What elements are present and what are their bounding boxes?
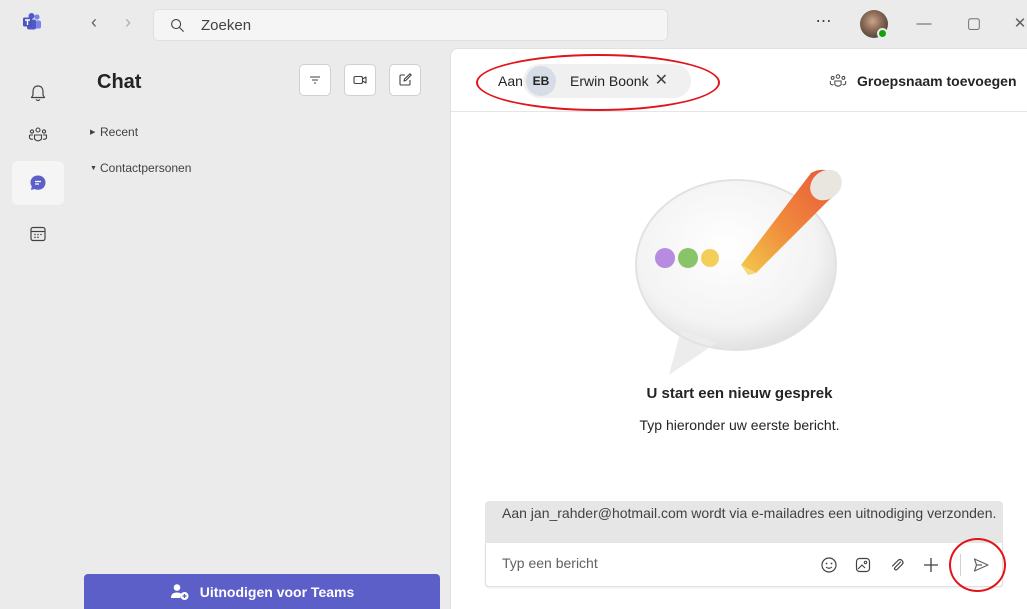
forward-arrow-icon[interactable]: › — [118, 12, 138, 32]
presence-available-icon — [877, 28, 888, 39]
teams-logo-icon[interactable] — [22, 12, 42, 32]
rail-activity[interactable] — [12, 71, 64, 115]
new-chat-button[interactable] — [389, 64, 421, 96]
divider — [960, 554, 961, 576]
recipient-name: Erwin Boonk — [570, 73, 649, 89]
empty-state-title: U start een nieuw gesprek — [646, 385, 833, 402]
remove-recipient-icon[interactable]: ✕ — [655, 73, 668, 89]
message-composer[interactable]: Typ een bericht — [485, 543, 1003, 587]
tree-section-label: Contactpersonen — [100, 161, 192, 175]
filter-button[interactable] — [299, 64, 331, 96]
message-input[interactable]: Typ een bericht — [502, 555, 598, 571]
search-icon — [171, 18, 184, 32]
maximize-icon[interactable]: ▢ — [962, 12, 986, 36]
compose-icon — [399, 73, 412, 86]
search-placeholder: Zoeken — [201, 16, 252, 34]
tree-section-contacts[interactable]: ▼ Contactpersonen — [90, 161, 191, 175]
title-bar: ‹ › Zoeken ⋯ — ▢ ✕ — [0, 0, 1027, 50]
plus-icon[interactable] — [920, 554, 942, 576]
attach-icon[interactable] — [886, 554, 908, 576]
people-group-icon — [829, 74, 847, 87]
invite-button-label: Uitnodigen voor Teams — [199, 583, 355, 600]
rail-calendar[interactable] — [12, 212, 64, 256]
tree-section-label: Recent — [100, 125, 139, 139]
tree-section-recent[interactable]: ▶ Recent — [90, 125, 138, 139]
conversation-pane: Aan: EB Erwin Boonk ✕ Groepsnaam toevoeg… — [450, 48, 1027, 609]
rail-chat[interactable] — [12, 161, 64, 205]
sticker-icon[interactable] — [852, 554, 874, 576]
emoji-icon[interactable] — [818, 554, 840, 576]
more-options-icon[interactable]: ⋯ — [812, 12, 836, 36]
send-icon[interactable] — [970, 554, 992, 576]
chat-icon — [30, 175, 46, 190]
caret-right-icon: ▶ — [90, 129, 96, 136]
calendar-icon — [30, 226, 46, 242]
rail-teams[interactable] — [12, 113, 64, 157]
empty-state-subtitle: Typ hieronder uw eerste bericht. — [639, 417, 840, 433]
filter-icon — [310, 76, 320, 84]
add-group-name-button[interactable]: Groepsnaam toevoegen — [829, 71, 1017, 91]
minimize-icon[interactable]: — — [912, 12, 936, 36]
group-name-label: Groepsnaam toevoegen — [857, 73, 1017, 89]
avatar: EB — [526, 66, 556, 96]
meet-now-button[interactable] — [344, 64, 376, 96]
caret-down-icon: ▼ — [90, 164, 97, 172]
recipient-chip[interactable]: EB Erwin Boonk ✕ — [523, 64, 691, 98]
chat-list-pane: Chat ▶ Recent ▼ Contactpersonen Uitnodig… — [76, 50, 446, 609]
close-icon[interactable]: ✕ — [1008, 12, 1027, 36]
recipient-bar: Aan: EB Erwin Boonk ✕ Groepsnaam toevoeg… — [451, 49, 1027, 112]
back-arrow-icon[interactable]: ‹ — [84, 12, 104, 32]
invite-to-teams-button[interactable]: Uitnodigen voor Teams — [84, 574, 440, 609]
chat-title: Chat — [97, 71, 142, 93]
new-conversation-illustration — [621, 155, 861, 395]
video-camera-icon — [353, 75, 367, 85]
people-group-icon — [28, 127, 48, 142]
invitation-notice: Aan jan_rahder@hotmail.com wordt via e-m… — [485, 501, 1003, 543]
bell-icon — [30, 85, 46, 102]
add-person-icon — [170, 583, 189, 600]
search-input[interactable]: Zoeken — [153, 9, 668, 41]
